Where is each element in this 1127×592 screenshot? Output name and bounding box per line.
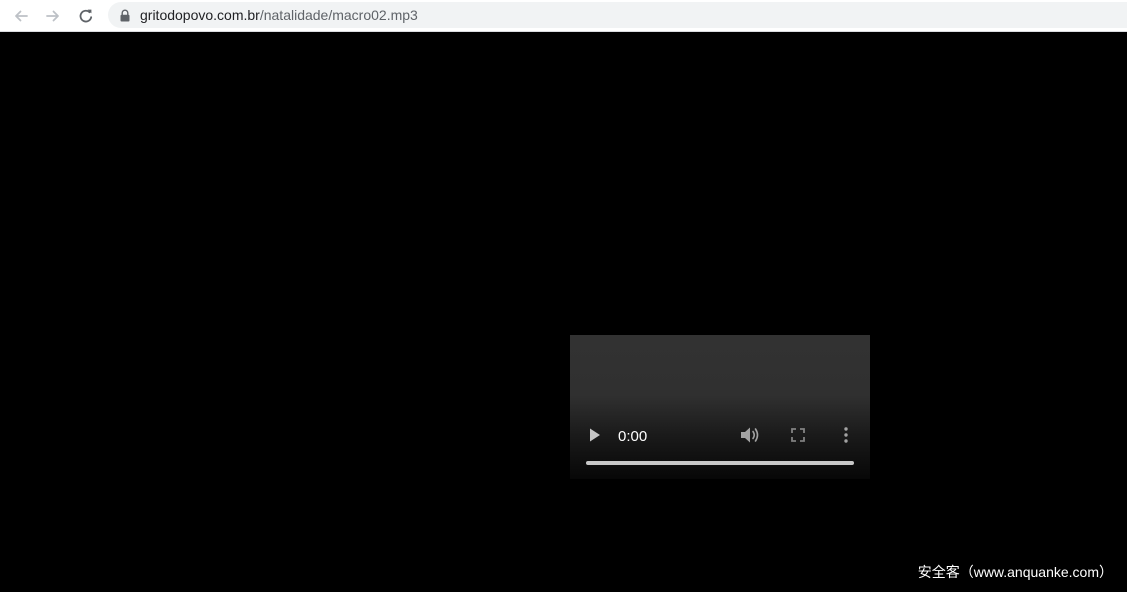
arrow-right-icon	[44, 7, 62, 25]
reload-icon	[77, 7, 95, 25]
media-viewport: 0:00 安全客（www.anquanke.com）	[0, 32, 1127, 592]
watermark-text: 安全客（www.anquanke.com）	[917, 564, 1113, 580]
lock-icon	[119, 8, 131, 22]
reload-button[interactable]	[74, 4, 98, 28]
more-options-button[interactable]	[838, 426, 854, 448]
back-button[interactable]	[9, 4, 33, 28]
url-path: /natalidade/macro02.mp3	[259, 7, 418, 23]
volume-icon	[740, 426, 760, 449]
fullscreen-icon	[791, 427, 805, 447]
address-bar[interactable]: gritodopovo.com.br/natalidade/macro02.mp…	[108, 2, 1127, 28]
audio-player[interactable]: 0:00	[570, 335, 870, 479]
fullscreen-button[interactable]	[788, 426, 808, 448]
url-text: gritodopovo.com.br/natalidade/macro02.mp…	[140, 2, 418, 28]
play-icon	[589, 428, 601, 447]
browser-toolbar: gritodopovo.com.br/natalidade/macro02.mp…	[0, 0, 1127, 32]
forward-button[interactable]	[41, 4, 65, 28]
more-vertical-icon	[844, 426, 848, 448]
progress-timeline[interactable]	[586, 461, 854, 465]
play-button[interactable]	[584, 426, 606, 448]
url-host: gritodopovo.com.br	[140, 7, 260, 23]
current-time: 0:00	[618, 428, 648, 445]
volume-button[interactable]	[738, 426, 762, 448]
arrow-left-icon	[12, 7, 30, 25]
